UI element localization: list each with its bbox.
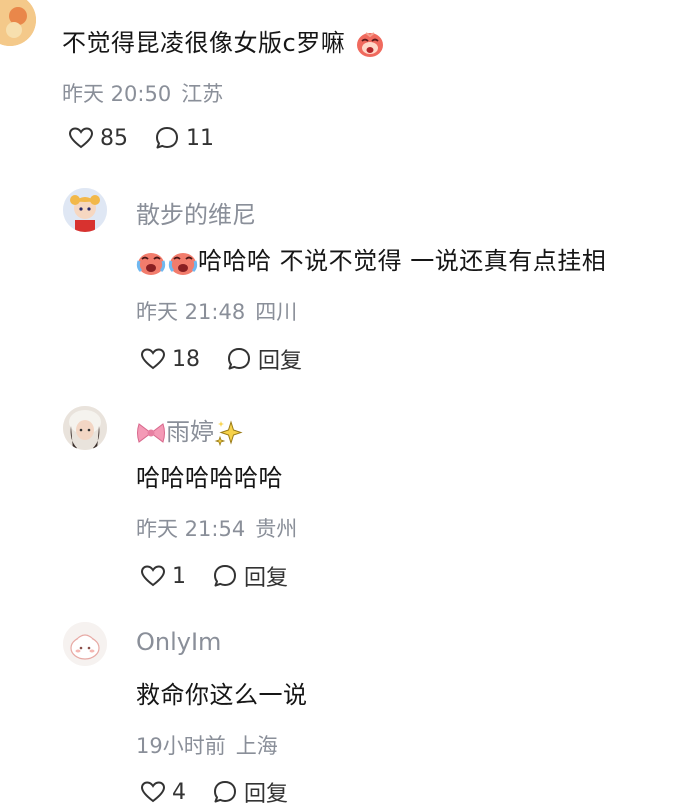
- main-comment-text: 不觉得昆凌很像女版c罗嘛: [62, 23, 385, 59]
- reply-3-text: 救命你这么一说: [136, 681, 308, 709]
- reply-2-reply-button[interactable]: 回复: [212, 560, 288, 592]
- main-comment-actions: 85 11: [68, 125, 214, 151]
- sparkles-emoji: [214, 420, 243, 447]
- reply-3-like-count: 4: [172, 779, 186, 805]
- reply-3-like-button[interactable]: 4: [140, 780, 186, 805]
- main-comment-reply-count-button[interactable]: 11: [154, 125, 214, 151]
- reply-3-time: 19小时前: [136, 734, 226, 758]
- heart-outline-icon: [68, 127, 94, 149]
- reply-3-location: 上海: [235, 734, 278, 758]
- reply-1-like-button[interactable]: 18: [140, 347, 200, 372]
- crying-laughing-emoji: [136, 253, 166, 275]
- reply-3-reply-button[interactable]: 回复: [212, 776, 288, 808]
- reply-2-like-count: 1: [172, 563, 186, 589]
- pink-bow-emoji: [137, 423, 165, 443]
- crying-laughing-emoji-2: [168, 253, 198, 275]
- reply-1-location: 四川: [255, 300, 298, 324]
- reply-3-meta: 19小时前 上海: [136, 730, 278, 760]
- comment-bubble-icon: [156, 127, 178, 149]
- main-comment-avatar[interactable]: [0, 0, 36, 46]
- reply-2-reply-label: 回复: [244, 566, 289, 591]
- reply-1-text-content: 哈哈哈 不说不觉得 一说还真有点挂相: [198, 247, 607, 275]
- main-comment-location: 江苏: [181, 82, 224, 106]
- reply-2-username[interactable]: 雨婷: [136, 412, 244, 448]
- reply-2-time: 昨天 21:54: [136, 517, 246, 541]
- reply-1-reply-button[interactable]: 回复: [226, 343, 302, 375]
- reply-2-username-text: 雨婷: [166, 418, 214, 446]
- reply-1-time: 昨天 21:48: [136, 300, 246, 324]
- heart-outline-icon: [140, 781, 166, 803]
- reply-2-text: 哈哈哈哈哈哈: [136, 464, 283, 492]
- reply-3-reply-label: 回复: [244, 782, 289, 807]
- blushing-face-emoji: [357, 32, 384, 57]
- reply-2-location: 贵州: [255, 517, 298, 541]
- main-comment-like-button[interactable]: 85: [68, 126, 128, 151]
- main-comment-time: 昨天 20:50: [62, 82, 172, 106]
- reply-1-username[interactable]: 散步的维尼: [136, 195, 256, 230]
- reply-1-meta: 昨天 21:48 四川: [136, 296, 297, 326]
- reply-3-username[interactable]: OnlyIm: [136, 628, 221, 656]
- previous-item-edge: [0, 0, 682, 6]
- reply-3-actions: 4 回复: [140, 776, 288, 808]
- reply-2-avatar[interactable]: [63, 406, 107, 450]
- reply-2-meta: 昨天 21:54 贵州: [136, 513, 297, 543]
- main-comment-meta: 昨天 20:50 江苏: [62, 78, 223, 108]
- reply-2-like-button[interactable]: 1: [140, 564, 186, 589]
- reply-3-avatar[interactable]: [63, 622, 107, 666]
- comment-bubble-icon: [214, 565, 236, 587]
- comment-bubble-icon: [228, 348, 250, 370]
- main-comment-like-count: 85: [100, 125, 128, 151]
- main-comment-reply-count: 11: [186, 125, 214, 151]
- reply-1-like-count: 18: [172, 346, 200, 372]
- heart-outline-icon: [140, 565, 166, 587]
- heart-outline-icon: [140, 348, 166, 370]
- main-comment-text-content: 不觉得昆凌很像女版c罗嘛: [62, 29, 346, 57]
- reply-1-avatar[interactable]: [63, 188, 107, 232]
- reply-1-actions: 18 回复: [140, 343, 302, 375]
- reply-2-actions: 1 回复: [140, 560, 288, 592]
- reply-1-reply-label: 回复: [258, 349, 303, 374]
- comment-bubble-icon: [214, 781, 236, 803]
- reply-1-text: 哈哈哈 不说不觉得 一说还真有点挂相: [136, 241, 606, 277]
